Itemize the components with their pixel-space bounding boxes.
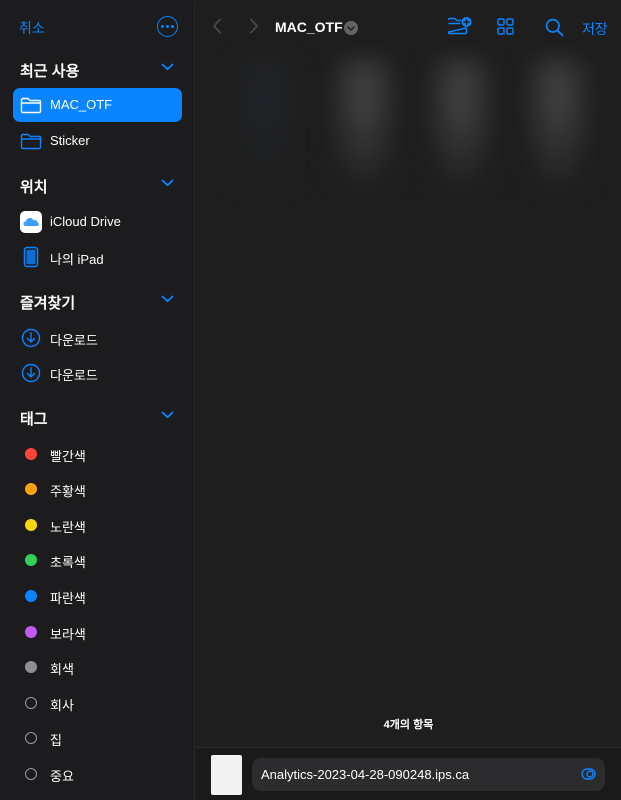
sidebar-item-tag-yellow[interactable]: 노란색 [13, 508, 182, 542]
search-icon[interactable] [545, 18, 564, 37]
sidebar-item-label: 회사 [50, 698, 74, 713]
sidebar-item-label: MAC_OTF [50, 97, 113, 112]
sidebar-item-tag-orange[interactable]: 주황색 [13, 472, 182, 506]
sidebar: 취소 최근 사용 MAC_OTF Sticker 위치 iCloud Drive… [0, 0, 195, 800]
sidebar-item-label: iCloud Drive [50, 214, 121, 229]
section-header-tags[interactable]: 태그 [20, 405, 176, 429]
sidebar-item-label: 주황색 [50, 484, 86, 499]
sidebar-item-tag-important[interactable]: 중요 [13, 757, 182, 791]
file-browser-main: MAC_OTF 저장 4개의 항목 Analytics-2023-04-28-0… [196, 0, 621, 800]
section-title-favorites: 즐겨찾기 [20, 295, 76, 312]
tag-color-dot [25, 626, 37, 638]
document-thumbnail [211, 755, 242, 795]
tag-color-dot [25, 661, 37, 673]
section-header-recent[interactable]: 최근 사용 [20, 57, 176, 81]
sidebar-item-icloud-drive[interactable]: iCloud Drive [13, 205, 182, 239]
folder-icon [20, 95, 42, 115]
sidebar-item-mac-otf[interactable]: MAC_OTF [13, 88, 182, 122]
sidebar-item-label: 다운로드 [50, 333, 98, 348]
folder-title[interactable]: MAC_OTF [275, 19, 343, 35]
section-title-tags: 태그 [20, 411, 48, 428]
sidebar-item-label: 파란색 [50, 591, 86, 606]
sidebar-item-tag-red[interactable]: 빨간색 [13, 437, 182, 471]
chevron-down-icon [161, 179, 174, 187]
file-thumbnail[interactable] [329, 58, 399, 188]
tag-empty-ring [25, 732, 37, 744]
folder-icon [20, 131, 42, 151]
tag-color-dot [25, 519, 37, 531]
sidebar-item-downloads[interactable]: 다운로드 [13, 321, 182, 355]
sidebar-item-tag-gray[interactable]: 회색 [13, 650, 182, 684]
tag-color-dot [25, 448, 37, 460]
toolbar: MAC_OTF 저장 [196, 0, 621, 52]
ellipsis-circle-icon[interactable] [157, 16, 178, 37]
sidebar-item-label: Sticker [50, 133, 90, 148]
file-thumbnail[interactable] [230, 58, 300, 188]
sidebar-item-label: 초록색 [50, 555, 86, 570]
section-title-locations: 위치 [20, 179, 48, 196]
save-bar: Analytics-2023-04-28-090248.ips.ca [196, 747, 621, 800]
chevron-down-icon [161, 295, 174, 303]
item-count: 4개의 항목 [383, 719, 434, 731]
chevron-down-circle-icon[interactable] [344, 21, 358, 35]
sidebar-header: 취소 [19, 14, 180, 42]
sidebar-item-label: 집 [50, 733, 62, 748]
toggle-icon[interactable] [581, 768, 596, 780]
sidebar-item-label: 노란색 [50, 520, 86, 535]
cancel-button[interactable]: 취소 [19, 18, 45, 38]
file-thumbnail[interactable] [426, 58, 496, 188]
tag-empty-ring [25, 768, 37, 780]
download-circle-icon [20, 363, 42, 383]
sidebar-item-downloads[interactable]: 다운로드 [13, 356, 182, 390]
sidebar-item-label: 나의 iPad [50, 252, 104, 267]
chevron-right-icon[interactable] [249, 18, 259, 34]
chevron-down-icon [161, 63, 174, 71]
sidebar-item-label: 중요 [50, 769, 74, 784]
save-button[interactable]: 저장 [582, 19, 608, 39]
grid-view-icon[interactable] [497, 18, 514, 35]
section-header-locations[interactable]: 위치 [20, 173, 176, 197]
sidebar-item-tag-work[interactable]: 회사 [13, 686, 182, 720]
icloud-icon [20, 211, 42, 233]
sidebar-item-label: 빨간색 [50, 449, 86, 464]
file-thumbnail[interactable] [523, 58, 593, 188]
tag-color-dot [25, 554, 37, 566]
section-header-favorites[interactable]: 즐겨찾기 [20, 289, 176, 313]
sidebar-item-tag-home[interactable]: 집 [13, 721, 182, 755]
tag-empty-ring [25, 697, 37, 709]
sidebar-item-my-ipad[interactable]: 나의 iPad [13, 240, 182, 274]
section-title-recent: 최근 사용 [20, 63, 80, 80]
sidebar-item-label: 보라색 [50, 627, 86, 642]
filename-field[interactable]: Analytics-2023-04-28-090248.ips.ca [252, 758, 605, 791]
ipad-icon [20, 246, 42, 268]
chevron-left-icon[interactable] [212, 18, 222, 34]
tag-color-dot [25, 590, 37, 602]
sidebar-item-tag-green[interactable]: 초록색 [13, 543, 182, 577]
chevron-down-icon [161, 411, 174, 419]
sidebar-item-tag-purple[interactable]: 보라색 [13, 615, 182, 649]
download-circle-icon [20, 328, 42, 348]
sidebar-item-label: 다운로드 [50, 368, 98, 383]
filename-value: Analytics-2023-04-28-090248.ips.ca [261, 767, 470, 782]
sidebar-item-tag-blue[interactable]: 파란색 [13, 579, 182, 613]
tag-color-dot [25, 483, 37, 495]
sidebar-item-sticker[interactable]: Sticker [13, 124, 182, 158]
new-folder-icon[interactable] [447, 16, 473, 36]
sidebar-item-label: 회색 [50, 662, 74, 677]
